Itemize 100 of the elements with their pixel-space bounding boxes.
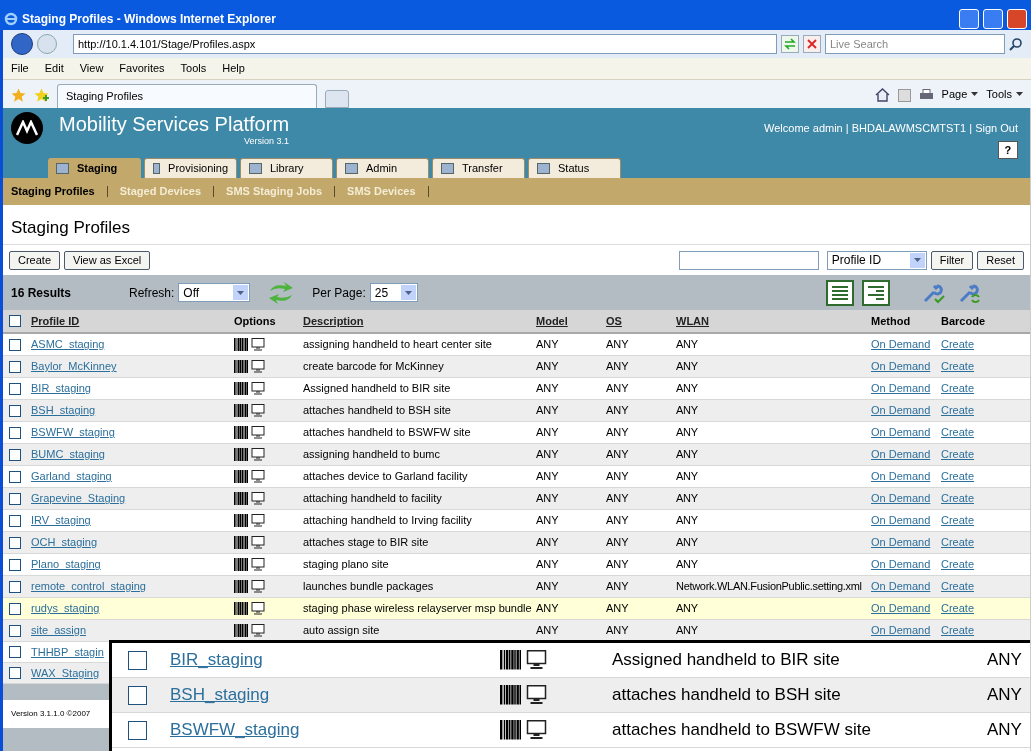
profile-link[interactable]: BIR_staging xyxy=(31,382,91,395)
checkbox[interactable] xyxy=(9,404,21,417)
profile-link[interactable]: rudys_staging xyxy=(31,602,100,615)
profile-link[interactable]: BUMC_staging xyxy=(31,448,105,461)
action-button[interactable]: Create xyxy=(9,250,61,270)
monitor-icon[interactable] xyxy=(251,558,265,571)
checkbox[interactable] xyxy=(9,580,21,593)
monitor-icon[interactable] xyxy=(525,650,547,670)
barcode-link[interactable]: Create xyxy=(941,448,975,461)
monitor-icon[interactable] xyxy=(251,382,265,395)
scrollbar[interactable] xyxy=(1029,108,1031,751)
checkbox[interactable] xyxy=(127,650,147,670)
star-icon[interactable] xyxy=(11,88,26,103)
barcode-link[interactable]: Create xyxy=(941,360,975,373)
monitor-icon[interactable] xyxy=(251,580,265,593)
method-link[interactable]: On Demand xyxy=(871,558,931,571)
method-link[interactable]: On Demand xyxy=(871,338,931,351)
checkbox[interactable] xyxy=(9,360,21,373)
menu-item[interactable]: Help xyxy=(222,60,245,77)
checkbox[interactable] xyxy=(9,536,21,549)
profile-link[interactable]: Grapevine_Staging xyxy=(31,492,126,505)
barcode-icon[interactable] xyxy=(234,492,249,505)
barcode-icon[interactable] xyxy=(234,426,249,439)
method-link[interactable]: On Demand xyxy=(871,426,931,439)
barcode-link[interactable]: Create xyxy=(941,470,975,483)
menu-item[interactable]: Favorites xyxy=(119,60,165,77)
profile-link[interactable]: Plano_staging xyxy=(31,558,101,571)
home-icon[interactable] xyxy=(874,88,890,102)
barcode-link[interactable]: Create xyxy=(941,514,975,527)
monitor-icon[interactable] xyxy=(251,536,265,549)
back-button[interactable] xyxy=(11,33,33,55)
profile-link[interactable]: IRV_staging xyxy=(31,514,91,527)
profile-link[interactable]: BSH_staging xyxy=(170,685,270,705)
table-row[interactable]: remote_control_staging launches bundle packages ANY ANY Network.WLAN.FusionPublic.setting.xml On Demand Create xyxy=(3,576,1030,598)
barcode-icon[interactable] xyxy=(234,382,249,395)
barcode-icon[interactable] xyxy=(234,404,249,417)
barcode-icon[interactable] xyxy=(234,580,249,593)
dropdown[interactable]: Off xyxy=(178,283,251,302)
checkbox[interactable] xyxy=(9,624,21,637)
method-link[interactable]: On Demand xyxy=(871,360,931,373)
close-button[interactable] xyxy=(1007,9,1027,29)
barcode-link[interactable]: Create xyxy=(941,558,975,571)
checkbox[interactable] xyxy=(9,558,21,571)
method-link[interactable]: On Demand xyxy=(871,536,931,549)
action-button[interactable]: View as Excel xyxy=(64,250,151,270)
nav-tab[interactable]: Provisioning xyxy=(144,158,237,178)
table-row[interactable]: site_assign auto assign site ANY ANY ANY On Demand Create xyxy=(3,620,1030,642)
barcode-link[interactable]: Create xyxy=(941,404,975,417)
column-header[interactable]: OS xyxy=(602,312,672,330)
monitor-icon[interactable] xyxy=(251,514,265,527)
address-field[interactable]: http://10.1.4.101/Stage/Profiles.aspx xyxy=(73,34,777,54)
monitor-icon[interactable] xyxy=(251,338,265,351)
barcode-link[interactable]: Create xyxy=(941,382,975,395)
print-icon[interactable] xyxy=(918,89,934,102)
monitor-icon[interactable] xyxy=(251,448,265,461)
barcode-icon[interactable] xyxy=(234,360,249,373)
profile-link[interactable]: BIR_staging xyxy=(170,650,263,670)
column-header[interactable]: Profile ID xyxy=(27,312,230,330)
dropdown[interactable]: 25 xyxy=(369,283,418,302)
monitor-icon[interactable] xyxy=(525,720,547,740)
command-menu[interactable]: Page xyxy=(941,85,979,102)
checkbox[interactable] xyxy=(127,720,147,740)
menu-item[interactable]: Edit xyxy=(44,60,64,77)
monitor-icon[interactable] xyxy=(251,624,265,637)
monitor-icon[interactable] xyxy=(525,685,547,705)
help-button[interactable]: ? xyxy=(997,140,1018,159)
method-link[interactable]: On Demand xyxy=(871,602,931,615)
method-link[interactable]: On Demand xyxy=(871,624,931,637)
menu-item[interactable]: File xyxy=(11,60,29,77)
menu-item[interactable]: View xyxy=(79,60,104,77)
nav-tab[interactable]: Admin xyxy=(336,158,429,178)
barcode-icon[interactable] xyxy=(234,514,249,527)
search-field[interactable]: Live Search xyxy=(825,34,1005,54)
filter-button[interactable]: Filter xyxy=(930,250,974,270)
table-row[interactable]: BSH_staging attaches handheld to BSH site ANY ANY ANY On Demand Create xyxy=(3,400,1030,422)
barcode-icon[interactable] xyxy=(234,338,249,351)
profile-link[interactable]: Garland_staging xyxy=(31,470,112,483)
monitor-icon[interactable] xyxy=(251,404,265,417)
monitor-icon[interactable] xyxy=(251,360,265,373)
profile-link[interactable]: BSH_staging xyxy=(31,404,96,417)
column-header[interactable]: Model xyxy=(532,312,602,330)
barcode-icon[interactable] xyxy=(234,448,249,461)
menu-item[interactable]: Tools xyxy=(180,60,207,77)
barcode-icon[interactable] xyxy=(234,470,249,483)
monitor-icon[interactable] xyxy=(251,426,265,439)
barcode-icon[interactable] xyxy=(234,602,249,615)
checkbox[interactable] xyxy=(9,426,21,439)
monitor-icon[interactable] xyxy=(251,470,265,483)
checkbox[interactable] xyxy=(9,492,21,505)
barcode-icon[interactable] xyxy=(500,650,523,670)
checkbox[interactable] xyxy=(9,646,21,658)
method-link[interactable]: On Demand xyxy=(871,580,931,593)
nav-tab[interactable]: Transfer xyxy=(432,158,525,178)
table-row[interactable]: rudys_staging staging phase wireless relayserver msp bundle ANY ANY ANY On Demand Create xyxy=(3,598,1030,620)
barcode-link[interactable]: Create xyxy=(941,580,975,593)
command-menu[interactable]: Tools xyxy=(986,85,1023,102)
barcode-icon[interactable] xyxy=(234,536,249,549)
method-link[interactable]: On Demand xyxy=(871,404,931,417)
column-header[interactable]: Description xyxy=(299,312,532,330)
nav-tab[interactable]: Library xyxy=(240,158,333,178)
